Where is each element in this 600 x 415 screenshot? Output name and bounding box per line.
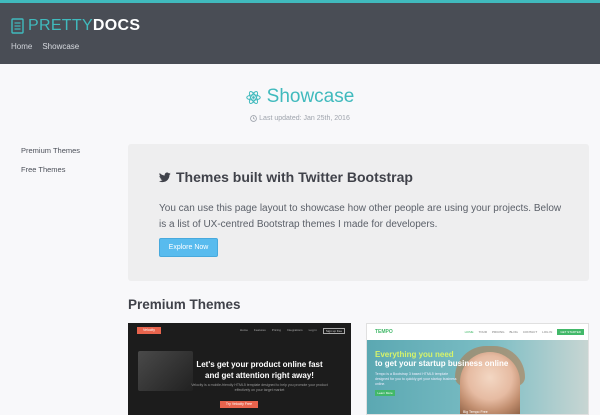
top-header-bar: PRETTY DOCS Home Showcase	[0, 0, 600, 64]
velocity-nav: Home Features Pricing Integrations Log i…	[240, 328, 345, 334]
site-logo[interactable]: PRETTY DOCS	[11, 17, 140, 35]
velocity-subtext: Velocity is a mobile-friendly HTML5 temp…	[191, 383, 328, 392]
document-icon	[11, 18, 24, 34]
logo-text-bold: DOCS	[92, 17, 141, 34]
breadcrumb: Home Showcase	[11, 42, 79, 51]
tempo-nav: HOME TOUR PRICING BLOG CONTACT LOG IN GE…	[465, 329, 584, 335]
section-title-premium-themes: Premium Themes	[128, 297, 241, 312]
react-icon	[245, 90, 261, 104]
tempo-nav-item: BLOG	[509, 330, 518, 334]
last-updated-text: Last updated: Jan 25th, 2016	[259, 114, 350, 122]
sidebar-nav: Premium Themes Free Themes	[21, 146, 80, 184]
velocity-headline: Let's get your product online fast and g…	[168, 359, 351, 381]
tempo-subtext: Tempo is a Bootstrap 3 based HTML5 templ…	[375, 372, 457, 386]
intro-callout: Themes built with Twitter Bootstrap You …	[128, 144, 589, 281]
velocity-nav-item: Home	[239, 328, 248, 332]
page-title: Showcase	[245, 86, 355, 108]
tempo-nav-item: PRICING	[492, 330, 505, 334]
tempo-headline-line: Everything you need	[375, 350, 454, 359]
callout-title: Themes built with Twitter Bootstrap	[159, 169, 413, 185]
clock-icon	[250, 114, 258, 122]
tempo-nav-item: HOME	[464, 330, 474, 334]
velocity-headline-line: and get attention right away!	[205, 371, 314, 380]
callout-description: You can use this page layout to showcase…	[159, 203, 562, 230]
tempo-nav-item: LOG IN	[542, 330, 553, 334]
tempo-caption: Big Tempo Free	[463, 410, 488, 414]
tempo-logo: TEMPO	[375, 329, 393, 335]
tempo-header: TEMPO HOME TOUR PRICING BLOG CONTACT LOG…	[367, 324, 588, 340]
doc-header: Showcase Last updated: Jan 25th, 2016	[0, 86, 600, 122]
logo-text-light: PRETTY	[28, 17, 93, 34]
breadcrumb-home-link[interactable]: Home	[11, 42, 32, 51]
velocity-badge-text: Velocity	[142, 328, 156, 332]
sidebar-item-premium-themes[interactable]: Premium Themes	[21, 146, 80, 155]
tempo-hero: Everything you need to get your startup …	[367, 340, 588, 414]
tempo-nav-item: CONTACT	[522, 330, 538, 334]
velocity-headline-line: Let's get your product online fast	[196, 360, 323, 369]
breadcrumb-current: Showcase	[42, 42, 80, 51]
velocity-logo-badge: Velocity	[137, 327, 161, 334]
velocity-nav-item: Features	[253, 328, 266, 332]
tempo-nav-item: TOUR	[478, 330, 488, 334]
velocity-nav-item: Log in	[308, 328, 317, 332]
page-title-text: Showcase	[266, 86, 355, 107]
velocity-nav-signup: Sign up free	[322, 328, 345, 334]
velocity-nav-item: Pricing	[271, 328, 281, 332]
explore-now-button[interactable]: Explore Now	[159, 238, 218, 257]
tempo-headline: Everything you need to get your startup …	[375, 350, 508, 368]
last-updated: Last updated: Jan 25th, 2016	[0, 115, 600, 122]
theme-card-tempo[interactable]: TEMPO HOME TOUR PRICING BLOG CONTACT LOG…	[366, 323, 589, 415]
twitter-icon	[159, 172, 171, 182]
velocity-cta: Try Velocity Free	[220, 401, 258, 408]
velocity-nav-item: Integrations	[286, 328, 303, 332]
sidebar-item-free-themes[interactable]: Free Themes	[21, 165, 80, 174]
tempo-cta: Learn More	[375, 390, 395, 396]
callout-title-text: Themes built with Twitter Bootstrap	[176, 169, 413, 185]
theme-card-velocity[interactable]: Velocity Home Features Pricing Integrati…	[128, 323, 351, 415]
tempo-nav-signup: GET STARTED	[557, 329, 584, 335]
tempo-headline-line: to get your startup business online	[375, 359, 509, 368]
